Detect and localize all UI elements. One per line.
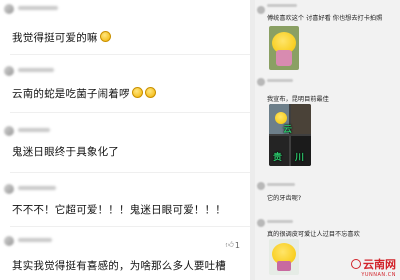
comment-text: 傅统喜欢这个 讨喜好看 你也想去打卡拍照 (267, 15, 383, 22)
sticker-image[interactable] (269, 26, 299, 70)
thumbs-up-icon: 👍︎ (225, 240, 234, 249)
watermark-name: 云南网 (363, 258, 396, 271)
sticker-label: 云 (283, 125, 293, 135)
comment-text: 我觉得挺可爱的嘛 (12, 30, 111, 45)
watermark: 云南网 YUNNAN.CN (351, 256, 396, 278)
divider (10, 112, 250, 113)
username[interactable] (267, 79, 293, 82)
like-button[interactable]: 👍︎ 1 (226, 240, 240, 250)
comment-text: 我宣布，昆明目前最佳 (267, 96, 329, 103)
username[interactable] (18, 68, 54, 72)
comment-text: 鬼迷日眼终于具象化了 (12, 146, 119, 158)
comment-text: 其实我觉得挺有喜感的，为啥那么多人要吐槽 (12, 260, 226, 272)
divider (10, 226, 250, 227)
comment-list-left: 我觉得挺可爱的嘛 云南的蛇是吃菌子闹着啰 鬼迷日眼终于具象化了 不不不！它超可爱… (0, 0, 250, 280)
username[interactable] (18, 6, 58, 10)
comment-list-right: 傅统喜欢这个 讨喜好看 你也想去打卡拍照 我宣布，昆明目前最佳 云 贵 川 它的… (255, 0, 400, 280)
username[interactable] (18, 128, 50, 132)
avatar[interactable] (4, 184, 14, 194)
avatar[interactable] (4, 4, 14, 14)
avatar[interactable] (257, 6, 265, 14)
comment-text: 不不不！它超可爱！！！鬼迷日眼可爱！！！ (12, 204, 226, 216)
avatar[interactable] (257, 219, 265, 227)
avatar[interactable] (257, 182, 265, 190)
divider (10, 54, 250, 55)
comment-text: 它的牙齿呢? (267, 195, 302, 202)
laugh-cry-emoji-icon (131, 87, 143, 98)
laugh-cry-emoji-icon (144, 87, 156, 98)
username[interactable] (267, 220, 293, 223)
username[interactable] (18, 186, 56, 190)
like-count: 1 (234, 240, 240, 250)
sticker-label: 贵 (273, 153, 283, 163)
comment-text: 云南的蛇是吃菌子闹着啰 (12, 86, 156, 101)
comment-text: 真的很调皮可爱让人过目不忘喜欢 (267, 231, 360, 238)
yunnan-logo-icon (351, 259, 361, 269)
avatar[interactable] (4, 126, 14, 136)
username[interactable] (267, 4, 297, 7)
divider (10, 172, 250, 173)
sticker-image[interactable]: 云 贵 川 (269, 104, 311, 166)
avatar[interactable] (257, 78, 265, 86)
avatar[interactable] (4, 236, 14, 246)
smile-emoji-icon (99, 31, 111, 42)
username[interactable] (18, 238, 52, 242)
sticker-image[interactable] (269, 239, 299, 275)
sticker-label: 川 (295, 153, 305, 163)
avatar[interactable] (4, 66, 14, 76)
watermark-url: YUNNAN.CN (361, 272, 396, 278)
username[interactable] (267, 183, 295, 186)
